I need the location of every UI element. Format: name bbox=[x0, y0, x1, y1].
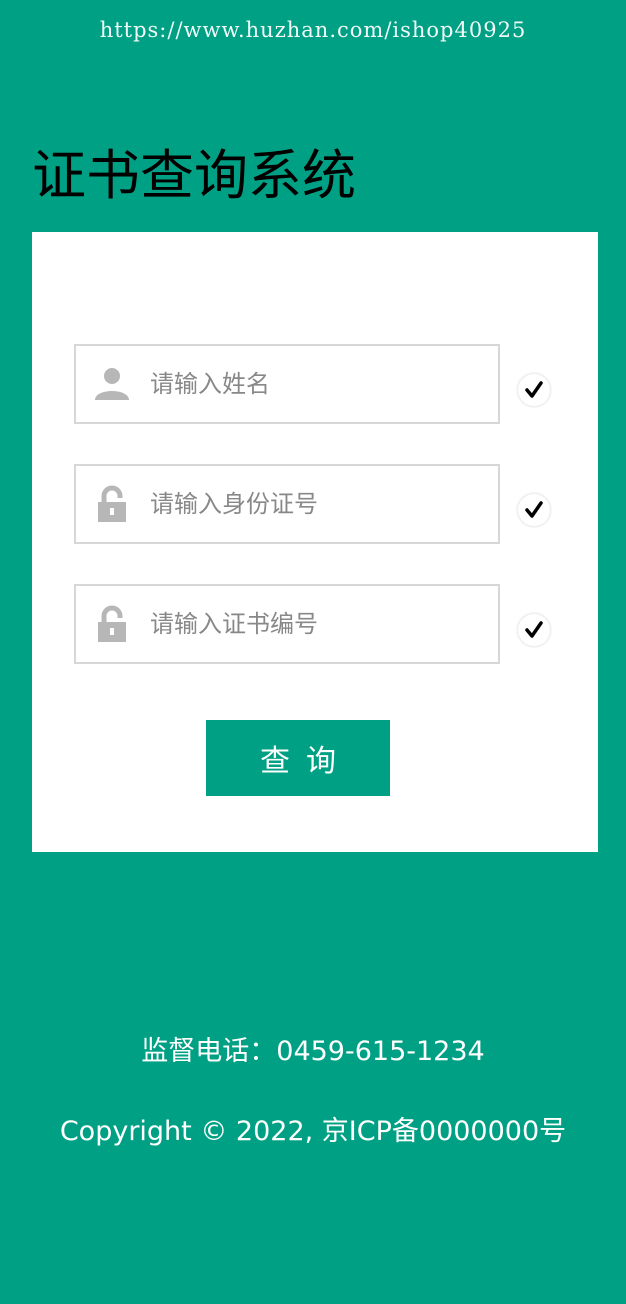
supervision-phone: 监督电话：0459-615-1234 bbox=[141, 1036, 485, 1067]
name-check-icon bbox=[518, 374, 550, 406]
certificate-number-field-box bbox=[74, 584, 500, 664]
certificate-number-input[interactable] bbox=[150, 600, 480, 648]
query-button[interactable]: 查询 bbox=[206, 720, 390, 796]
certificate-number-check-icon bbox=[518, 614, 550, 646]
lock-icon bbox=[92, 604, 132, 644]
page-title: 证书查询系统 bbox=[32, 144, 356, 207]
name-field-box bbox=[74, 344, 500, 424]
user-icon bbox=[92, 364, 132, 404]
copyright-text: Copyright © 2022, 京ICP备0000000号 bbox=[59, 1116, 567, 1147]
watermark-url: https://www.huzhan.com/ishop40925 bbox=[99, 18, 527, 42]
lock-icon bbox=[92, 484, 132, 524]
name-field-row bbox=[74, 344, 584, 424]
id-number-field-row bbox=[74, 464, 584, 544]
id-number-field-box bbox=[74, 464, 500, 544]
id-number-input[interactable] bbox=[150, 480, 480, 528]
certificate-number-field-row bbox=[74, 584, 584, 664]
name-input[interactable] bbox=[150, 360, 480, 408]
query-form-card: 查询 bbox=[32, 232, 598, 852]
id-number-check-icon bbox=[518, 494, 550, 526]
